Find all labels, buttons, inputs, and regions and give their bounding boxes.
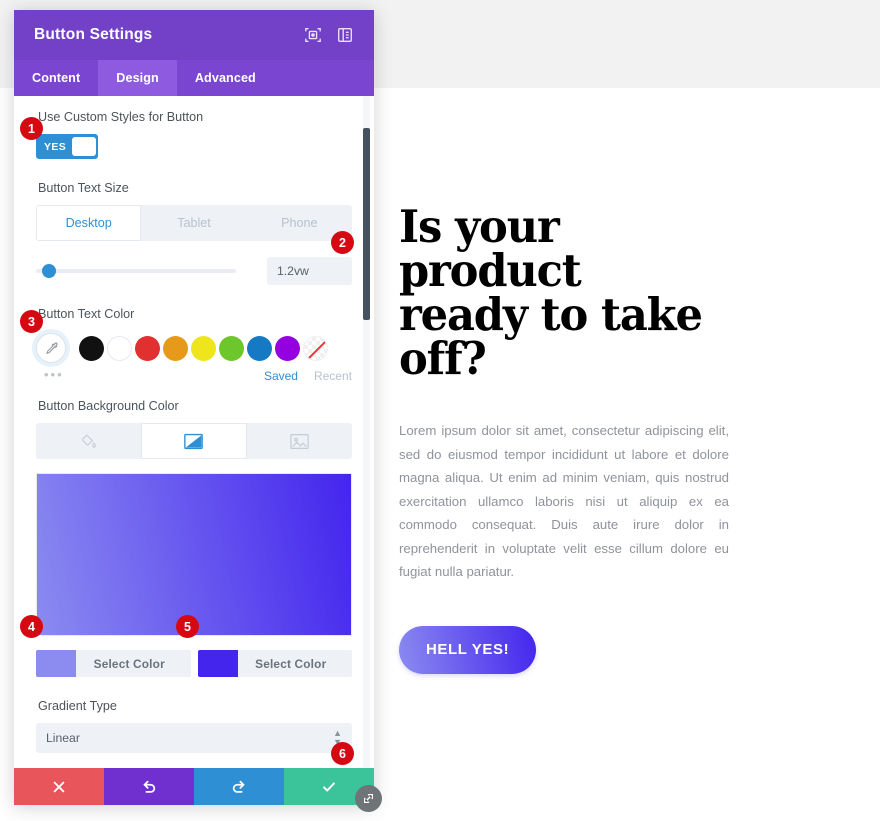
undo-button[interactable] [104, 768, 194, 805]
device-tab-phone[interactable]: Phone [247, 205, 352, 241]
redo-button[interactable] [194, 768, 284, 805]
color-source-links: Saved Recent [36, 369, 352, 383]
button-background-color-section: Button Background Color Select Color Sel… [36, 399, 352, 677]
saved-colors-link[interactable]: Saved [264, 369, 298, 383]
gradient-type-value: Linear [46, 731, 80, 745]
screen-root: Is your product ready to take off? Lorem… [0, 0, 880, 821]
diagonal-resize-icon[interactable] [355, 785, 382, 812]
gradient-stop-1-button[interactable]: Select Color [36, 650, 191, 677]
scrollbar-thumb[interactable] [363, 128, 370, 320]
gradient-stop-2-label: Select Color [255, 656, 327, 671]
button-text-size-section: Button Text Size Desktop Tablet Phone 1.… [36, 181, 352, 285]
recent-colors-link[interactable]: Recent [314, 369, 352, 383]
gradient-stop-1-swatch[interactable] [36, 650, 76, 677]
hero-content: Is your product ready to take off? Lorem… [399, 200, 729, 674]
button-text-size-slider[interactable] [36, 261, 236, 281]
modal-title: Button Settings [34, 26, 153, 43]
text-color-swatch-row [36, 331, 352, 365]
swatch-transparent[interactable] [303, 335, 328, 361]
swatch-blue[interactable] [247, 335, 272, 361]
panel-layout-icon[interactable] [336, 26, 354, 44]
swatch-purple[interactable] [275, 335, 300, 361]
eyedropper-icon[interactable] [36, 333, 66, 363]
device-tab-tablet[interactable]: Tablet [141, 205, 246, 241]
cancel-button[interactable] [14, 768, 104, 805]
modal-action-bar [14, 768, 374, 805]
button-text-size-value[interactable]: 1.2vw [267, 257, 352, 285]
settings-scroll-area: Use Custom Styles for Button YES Button … [14, 96, 374, 768]
tab-design[interactable]: Design [98, 60, 177, 96]
hero-headline: Is your product ready to take off? [399, 200, 716, 386]
button-text-size-label: Button Text Size [38, 181, 129, 195]
gradient-stop-2-button[interactable]: Select Color [197, 650, 352, 677]
modal-header-icons [304, 26, 354, 44]
image-fill-icon[interactable] [247, 423, 352, 459]
swatch-red[interactable] [135, 335, 160, 361]
gradient-stop-2-swatch[interactable] [197, 650, 238, 677]
slider-knob[interactable] [41, 264, 56, 278]
button-settings-modal: Button Settings Content Design Advanced … [14, 10, 374, 805]
hero-cta-button[interactable]: HELL YES! [399, 625, 537, 674]
slider-track [36, 269, 236, 273]
focus-target-icon[interactable] [304, 26, 322, 44]
gradient-type-label: Gradient Type [38, 699, 117, 713]
button-text-color-label: Button Text Color [38, 307, 135, 321]
modal-header: Button Settings [14, 10, 374, 60]
settings-panel-inner: Use Custom Styles for Button YES Button … [14, 96, 374, 768]
toggle-knob [72, 137, 96, 156]
device-tabs: Desktop Tablet Phone [36, 205, 352, 241]
tab-advanced[interactable]: Advanced [177, 60, 274, 96]
hero-paragraph: Lorem ipsum dolor sit amet, consectetur … [399, 423, 729, 580]
swatch-black[interactable] [79, 335, 104, 361]
custom-styles-toggle-row: YES [36, 134, 352, 159]
hero-headline-line-1: Is your product [399, 200, 582, 298]
button-background-color-label: Button Background Color [38, 399, 179, 413]
background-type-tabs [36, 423, 352, 459]
swatch-green[interactable] [219, 335, 244, 361]
gradient-preview[interactable] [36, 473, 352, 636]
button-text-size-range-row: 1.2vw [36, 257, 352, 285]
button-text-color-section: Button Text Color ••• Saved Recent [36, 307, 352, 383]
chevron-updown-icon: ▲ ▼ [333, 728, 342, 747]
tab-content[interactable]: Content [14, 60, 98, 96]
hero-headline-line-2: ready to take off? [399, 288, 703, 386]
gradient-stop-row: Select Color Select Color [36, 650, 352, 677]
swatch-yellow[interactable] [191, 335, 216, 361]
gradient-type-section: Gradient Type Linear ▲ ▼ [36, 699, 352, 753]
modal-tabs: Content Design Advanced [14, 60, 374, 96]
custom-styles-toggle[interactable]: YES [36, 134, 98, 159]
device-tab-desktop[interactable]: Desktop [36, 205, 142, 241]
custom-styles-label: Use Custom Styles for Button [38, 110, 204, 124]
gradient-stop-1-label: Select Color [93, 656, 165, 671]
custom-styles-toggle-label: YES [44, 140, 67, 153]
gradient-type-select[interactable]: Linear ▲ ▼ [36, 723, 352, 753]
gradient-fill-icon[interactable] [141, 423, 247, 459]
solid-fill-icon[interactable] [36, 423, 141, 459]
swatch-white[interactable] [107, 335, 132, 361]
swatch-orange[interactable] [163, 335, 188, 361]
